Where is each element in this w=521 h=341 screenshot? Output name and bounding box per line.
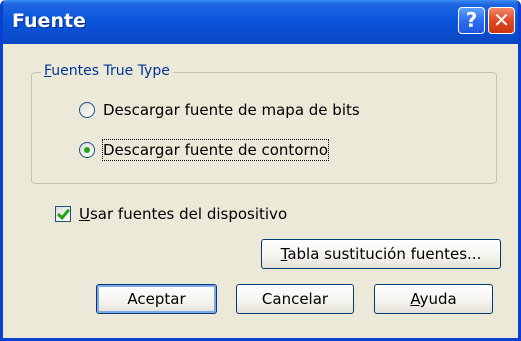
help-access-key: A [410, 290, 420, 308]
help-title-button[interactable]: ? [458, 7, 485, 34]
radio-button-outline[interactable] [79, 142, 95, 158]
radio-label-bitmap: Descargar fuente de mapa de bits [103, 101, 360, 119]
radio-button-bitmap[interactable] [79, 102, 95, 118]
question-icon: ? [465, 8, 478, 32]
device-fonts-text: sar fuentes del dispositivo [89, 205, 288, 223]
font-dialog: Fuente ? ✕ Fuentes True Type Descargar f… [0, 0, 521, 341]
radio-label-outline: Descargar fuente de contorno [101, 139, 330, 161]
cancel-button[interactable]: Cancelar [236, 284, 354, 314]
close-button[interactable]: ✕ [488, 7, 515, 34]
checkbox-device-fonts[interactable] [55, 206, 71, 222]
font-substitution-table-button[interactable]: Tabla sustitución fuentes... [261, 239, 501, 269]
ok-button[interactable]: Aceptar [96, 284, 217, 314]
substitution-label: abla sustitución fuentes... [287, 245, 482, 263]
truetype-fonts-group [31, 72, 497, 184]
window-title: Fuente [12, 10, 86, 32]
group-label-text: uentes True Type [51, 63, 170, 79]
close-icon: ✕ [493, 8, 510, 32]
help-button[interactable]: Ayuda [374, 284, 493, 314]
title-bar[interactable]: Fuente ? ✕ [3, 0, 518, 44]
help-label: yuda [419, 290, 457, 308]
group-label: Fuentes True Type [41, 62, 173, 80]
checkbox-label-device-fonts: Usar fuentes del dispositivo [79, 204, 287, 224]
device-fonts-access-key: U [79, 205, 90, 223]
